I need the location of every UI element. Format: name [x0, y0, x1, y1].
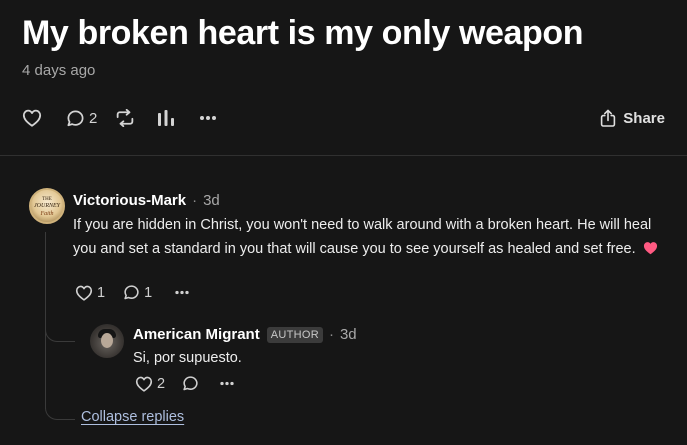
comment-reply-button[interactable]: 1 — [123, 284, 152, 301]
comment-author[interactable]: American Migrant — [133, 326, 260, 343]
comment-text: Si, por supuesto. — [133, 350, 242, 366]
comment-count: 2 — [89, 109, 98, 127]
comment-body: Si, por supuesto. — [133, 346, 633, 370]
reply-count: 1 — [144, 284, 153, 301]
avatar-text: THE — [42, 197, 52, 202]
avatar-text: Faith — [40, 211, 54, 217]
comment-like-button[interactable]: 2 — [135, 376, 165, 392]
like-button[interactable] — [22, 109, 42, 127]
reply-branch-line — [45, 326, 75, 342]
heart-icon — [22, 109, 42, 127]
avatar[interactable]: THE JOURNEY Faith — [29, 188, 65, 224]
restack-icon — [117, 109, 134, 127]
author-badge: AUTHOR — [266, 326, 323, 343]
comment-header: American Migrant AUTHOR · 3d — [133, 326, 357, 343]
comment-reply-button[interactable] — [182, 375, 199, 392]
ellipsis-icon — [175, 290, 189, 295]
more-options-button[interactable] — [199, 115, 217, 121]
comment-actions: 2 — [135, 375, 235, 392]
post-title: My broken heart is my only weapon — [22, 14, 584, 52]
thread-line — [45, 232, 46, 409]
bar-chart-icon — [158, 110, 175, 126]
share-icon — [601, 109, 616, 127]
share-label: Share — [623, 109, 665, 127]
post-page: My broken heart is my only weapon 4 days… — [0, 0, 687, 445]
comment-icon — [67, 110, 84, 126]
comment-time: 3d — [339, 326, 357, 343]
comment-button[interactable]: 2 — [66, 109, 97, 128]
comment-icon — [183, 376, 198, 391]
heart-icon — [75, 285, 93, 301]
heart-icon — [135, 376, 153, 392]
post-date: 4 days ago — [22, 62, 96, 79]
ellipsis-icon — [200, 116, 217, 120]
comment-text: If you are hidden in Christ, you won't n… — [73, 217, 652, 257]
avatar-face — [101, 333, 113, 348]
collapse-replies-link[interactable]: Collapse replies — [81, 409, 184, 425]
avatar-text: JOURNEY — [34, 203, 60, 209]
divider — [0, 155, 687, 156]
comment-header: Victorious-Mark · 3d — [73, 192, 220, 209]
share-button[interactable]: Share — [600, 109, 665, 127]
thread-curve-line — [45, 398, 75, 420]
comment-more-button[interactable] — [219, 381, 235, 386]
heart-emoji-icon — [643, 239, 658, 263]
separator-dot: · — [192, 192, 198, 209]
avatar[interactable] — [90, 324, 124, 358]
comment-icon — [124, 285, 139, 300]
separator-dot: · — [328, 326, 334, 343]
comment-time: 3d — [203, 192, 220, 209]
comment-like-button[interactable]: 1 — [75, 285, 105, 301]
comment-actions: 1 1 — [75, 284, 190, 301]
stats-button[interactable] — [157, 109, 175, 127]
ellipsis-icon — [220, 381, 234, 386]
post-action-bar: 2 Share — [22, 106, 665, 130]
comment-body: If you are hidden in Christ, you won't n… — [73, 213, 673, 263]
comment-author[interactable]: Victorious-Mark — [73, 192, 186, 209]
like-count: 1 — [97, 284, 106, 301]
like-count: 2 — [157, 375, 166, 392]
comment-more-button[interactable] — [174, 290, 190, 295]
restack-button[interactable] — [115, 109, 135, 127]
